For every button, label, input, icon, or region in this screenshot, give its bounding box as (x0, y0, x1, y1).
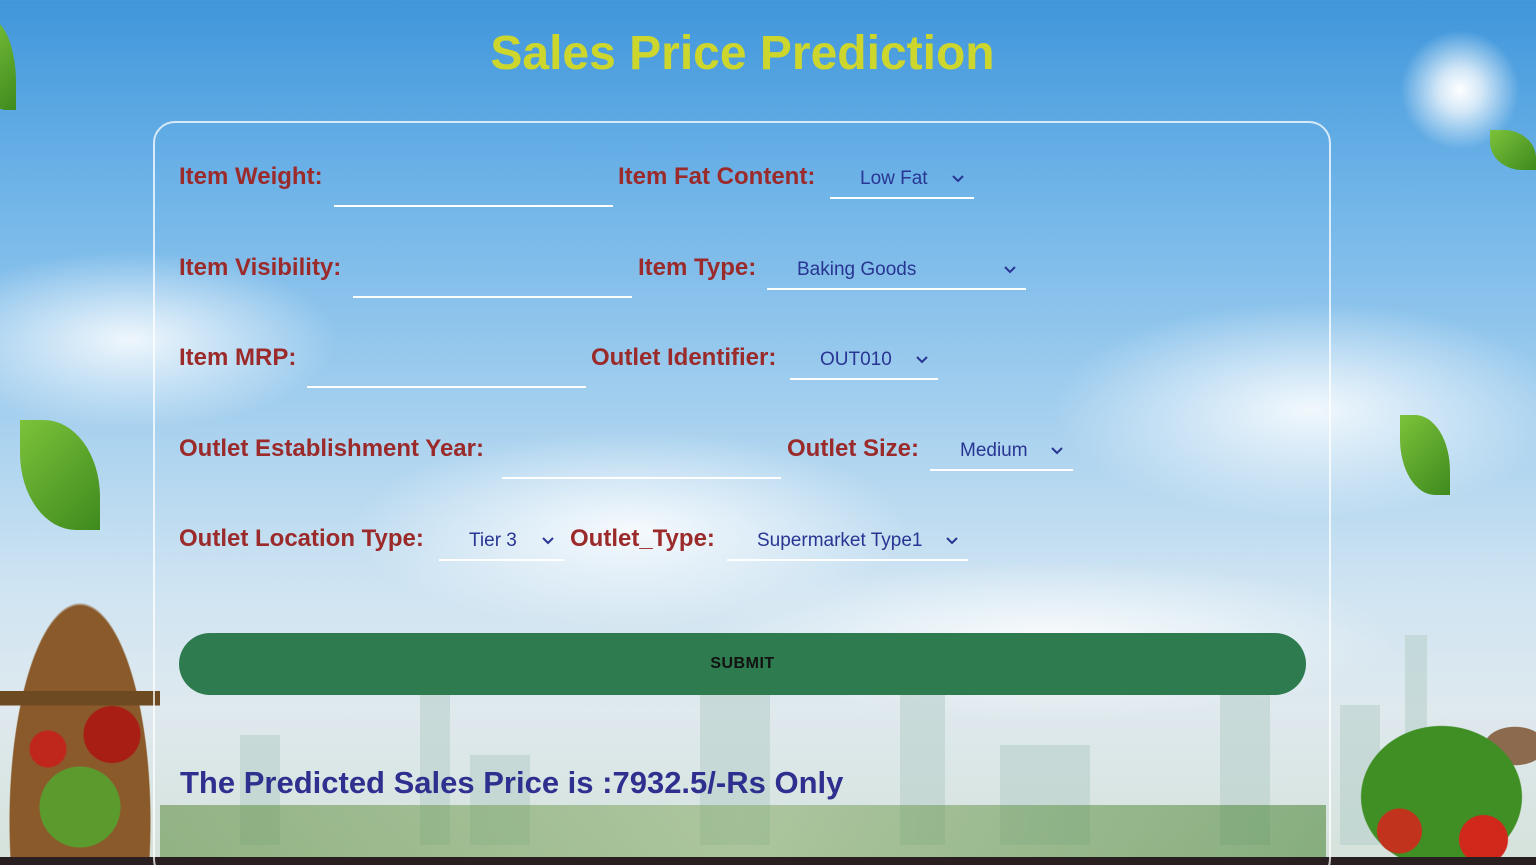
outlet-size-label: Outlet Size: (787, 435, 920, 462)
item-fat-content-value: Low Fat (860, 168, 928, 189)
vegetable-basket-image (0, 575, 160, 865)
leaf-decoration (20, 420, 100, 530)
submit-button[interactable]: SUBMIT (179, 633, 1306, 695)
outlet-establishment-year-label: Outlet Establishment Year: (179, 435, 484, 462)
outlet-type-select[interactable]: Supermarket Type1 (727, 523, 968, 561)
item-fat-content-select[interactable]: Low Fat (830, 161, 974, 199)
outlet-establishment-year-input[interactable] (502, 443, 781, 479)
outlet-identifier-value: OUT010 (820, 349, 892, 370)
outlet-location-type-value: Tier 3 (469, 530, 517, 551)
chevron-down-icon (912, 350, 932, 370)
item-type-label: Item Type: (638, 254, 757, 281)
item-mrp-label: Item MRP: (179, 344, 297, 371)
outlet-identifier-select[interactable]: OUT010 (790, 342, 938, 380)
item-mrp-input[interactable] (307, 352, 586, 388)
chevron-down-icon (942, 531, 962, 551)
prediction-form-card (153, 121, 1331, 865)
outlet-type-value: Supermarket Type1 (757, 530, 923, 551)
item-visibility-label: Item Visibility: (179, 254, 342, 281)
item-weight-input[interactable] (334, 171, 613, 207)
chevron-down-icon (1000, 260, 1020, 280)
vegetables-image (1326, 695, 1536, 865)
outlet-size-select[interactable]: Medium (930, 433, 1073, 471)
item-type-select[interactable]: Baking Goods (767, 252, 1026, 290)
item-fat-content-label: Item Fat Content: (618, 163, 816, 190)
item-weight-label: Item Weight: (179, 163, 323, 190)
item-visibility-input[interactable] (353, 262, 632, 298)
chevron-down-icon (1047, 441, 1067, 461)
outlet-size-value: Medium (960, 440, 1028, 461)
outlet-identifier-label: Outlet Identifier: (591, 344, 777, 371)
outlet-location-type-label: Outlet Location Type: (179, 525, 424, 552)
item-type-value: Baking Goods (797, 259, 917, 280)
outlet-location-type-select[interactable]: Tier 3 (439, 523, 564, 561)
predicted-sales-price-result: The Predicted Sales Price is :7932.5/-Rs… (180, 765, 844, 800)
chevron-down-icon (538, 531, 558, 551)
page-title: Sales Price Prediction (490, 27, 995, 80)
chevron-down-icon (948, 169, 968, 189)
leaf-decoration (1490, 130, 1536, 170)
outlet-type-label: Outlet_Type: (570, 525, 715, 552)
